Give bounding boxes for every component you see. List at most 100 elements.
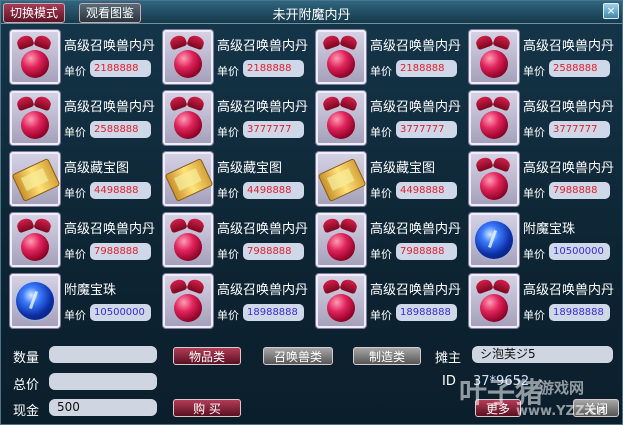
- item-price: 3777777: [243, 121, 304, 138]
- id-label: ID: [442, 374, 456, 389]
- item-price: 4498888: [396, 182, 457, 199]
- stall-item[interactable]: 高级召唤兽内丹 单价 2188888: [315, 29, 465, 87]
- quantity-input[interactable]: [49, 346, 157, 363]
- ruby-pendant-icon[interactable]: [9, 212, 61, 268]
- ruby-pendant-icon[interactable]: [468, 273, 520, 329]
- stall-item[interactable]: 高级召唤兽内丹 单价 3777777: [315, 90, 465, 148]
- item-name: 高级召唤兽内丹: [523, 161, 615, 176]
- item-name: 高级召唤兽内丹: [217, 100, 309, 115]
- price-label: 单价: [370, 309, 392, 322]
- item-name: 高级召唤兽内丹: [64, 39, 156, 54]
- item-name: 高级召唤兽内丹: [523, 100, 615, 115]
- stall-item[interactable]: 高级召唤兽内丹 单价 3777777: [468, 90, 618, 148]
- item-price: 7988888: [90, 243, 151, 260]
- treasure-map-icon[interactable]: [162, 151, 214, 207]
- item-name: 附魔宝珠: [523, 222, 576, 237]
- ruby-pendant-icon[interactable]: [162, 273, 214, 329]
- ruby-pendant-icon[interactable]: [468, 151, 520, 207]
- item-name: 高级召唤兽内丹: [64, 222, 156, 237]
- price-label: 单价: [64, 248, 86, 261]
- stall-item[interactable]: 高级召唤兽内丹 单价 7988888: [162, 212, 312, 270]
- item-name: 高级藏宝图: [370, 161, 436, 176]
- item-name: 高级藏宝图: [217, 161, 283, 176]
- item-name: 高级召唤兽内丹: [523, 283, 615, 298]
- crafting-category-button[interactable]: 制造类: [353, 347, 421, 365]
- item-price: 18988888: [243, 304, 304, 321]
- price-label: 单价: [523, 187, 545, 200]
- stall-item[interactable]: 附魔宝珠单价 10500000: [9, 273, 159, 331]
- price-label: 单价: [217, 248, 239, 261]
- buy-button[interactable]: 购 买: [173, 399, 241, 417]
- item-name: 高级召唤兽内丹: [370, 39, 462, 54]
- price-label: 单价: [217, 187, 239, 200]
- stall-item[interactable]: 高级召唤兽内丹 单价 18988888: [162, 273, 312, 331]
- price-label: 单价: [370, 187, 392, 200]
- item-price: 3777777: [549, 121, 610, 138]
- stall-item[interactable]: 高级藏宝图单价 4498888: [162, 151, 312, 209]
- goods-category-button[interactable]: 物品类: [173, 347, 241, 365]
- price-label: 单价: [370, 65, 392, 78]
- item-price: 7988888: [243, 243, 304, 260]
- item-price: 2188888: [396, 60, 457, 77]
- pets-category-button[interactable]: 召唤兽类: [263, 347, 333, 365]
- price-label: 单价: [523, 309, 545, 322]
- footer-panel: 数量 总价 现金 500 物品类 召唤兽类 制造类 购 买 摊主 シ泡芙ジ5 I…: [1, 339, 622, 424]
- price-label: 单价: [523, 65, 545, 78]
- item-name: 附魔宝珠: [64, 283, 117, 298]
- price-label: 单价: [64, 65, 86, 78]
- item-price: 18988888: [396, 304, 457, 321]
- ruby-pendant-icon[interactable]: [9, 29, 61, 85]
- item-name: 高级藏宝图: [64, 161, 130, 176]
- stall-item[interactable]: 高级藏宝图单价 4498888: [315, 151, 465, 209]
- stall-item[interactable]: 高级召唤兽内丹 单价 2188888: [9, 29, 159, 87]
- ruby-pendant-icon[interactable]: [315, 212, 367, 268]
- ruby-pendant-icon[interactable]: [9, 90, 61, 146]
- stall-item[interactable]: 高级藏宝图单价 4498888: [9, 151, 159, 209]
- item-name: 高级召唤兽内丹: [370, 100, 462, 115]
- stall-item[interactable]: 高级召唤兽内丹 单价 18988888: [315, 273, 465, 331]
- ruby-pendant-icon[interactable]: [162, 29, 214, 85]
- price-label: 单价: [370, 248, 392, 261]
- stall-item[interactable]: 高级召唤兽内丹 单价 3777777: [162, 90, 312, 148]
- ruby-pendant-icon[interactable]: [315, 273, 367, 329]
- item-price: 2588888: [549, 60, 610, 77]
- stall-item[interactable]: 高级召唤兽内丹 单价 7988888: [9, 212, 159, 270]
- price-label: 单价: [64, 187, 86, 200]
- treasure-map-icon[interactable]: [9, 151, 61, 207]
- item-price: 4498888: [90, 182, 151, 199]
- blue-orb-icon[interactable]: [468, 212, 520, 268]
- ruby-pendant-icon[interactable]: [468, 29, 520, 85]
- treasure-map-icon[interactable]: [315, 151, 367, 207]
- item-price: 7988888: [396, 243, 457, 260]
- item-price: 7988888: [549, 182, 610, 199]
- watermark-site: 游戏网: [539, 379, 585, 397]
- item-price: 10500000: [90, 304, 151, 321]
- owner-label: 摊主: [435, 351, 462, 366]
- item-price: 10500000: [549, 243, 610, 260]
- cash-field: 500: [49, 399, 157, 416]
- ruby-pendant-icon[interactable]: [315, 29, 367, 85]
- item-name: 高级召唤兽内丹: [217, 283, 309, 298]
- ruby-pendant-icon[interactable]: [468, 90, 520, 146]
- ruby-pendant-icon[interactable]: [162, 90, 214, 146]
- quantity-label: 数量: [13, 351, 40, 366]
- item-name: 高级召唤兽内丹: [217, 39, 309, 54]
- price-label: 单价: [64, 309, 86, 322]
- price-label: 单价: [523, 248, 545, 261]
- item-price: 2588888: [90, 121, 151, 138]
- stall-item[interactable]: 高级召唤兽内丹 单价 2588888: [468, 29, 618, 87]
- close-icon[interactable]: ×: [603, 3, 619, 19]
- stall-item[interactable]: 高级召唤兽内丹 单价 18988888: [468, 273, 618, 331]
- cash-label: 现金: [13, 404, 40, 419]
- stall-window: 切换模式 观看图鉴 未开附魔内丹 × 高级召唤兽内丹 单价 2188888 高级召唤兽…: [0, 0, 623, 425]
- stall-item[interactable]: 高级召唤兽内丹 单价 7988888: [468, 151, 618, 209]
- stall-item[interactable]: 高级召唤兽内丹 单价 7988888: [315, 212, 465, 270]
- stall-item[interactable]: 高级召唤兽内丹 单价 2588888: [9, 90, 159, 148]
- item-price: 3777777: [396, 121, 457, 138]
- item-price: 4498888: [243, 182, 304, 199]
- stall-item[interactable]: 高级召唤兽内丹 单价 2188888: [162, 29, 312, 87]
- ruby-pendant-icon[interactable]: [315, 90, 367, 146]
- ruby-pendant-icon[interactable]: [162, 212, 214, 268]
- blue-orb-icon[interactable]: [9, 273, 61, 329]
- stall-item[interactable]: 附魔宝珠单价 10500000: [468, 212, 618, 270]
